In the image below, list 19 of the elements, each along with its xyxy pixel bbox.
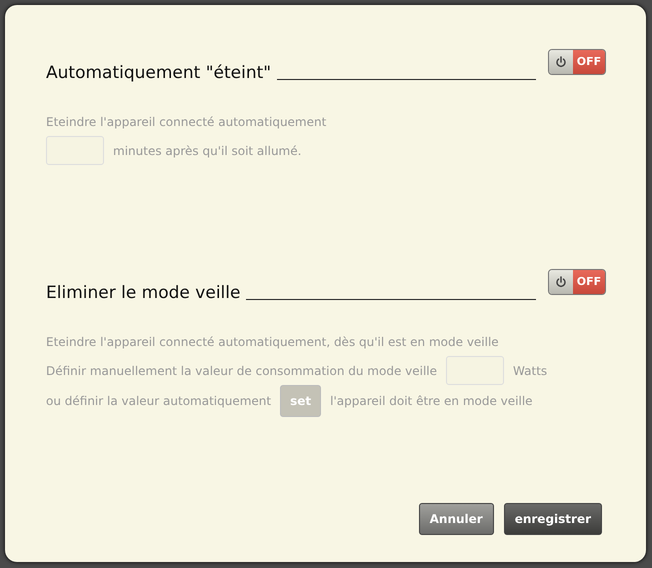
section-title: Eliminer le mode veille — [46, 285, 240, 302]
description-text: Eteindre l'appareil connecté automatiquement, dès qu'il est en mode veille — [46, 334, 499, 351]
toggle-switch[interactable]: OFF — [548, 49, 606, 75]
description-text: Définir manuellement la valeur de consommation du mode veille — [46, 362, 438, 380]
toggle-label: OFF — [573, 270, 605, 294]
cancel-button[interactable]: Annuler — [418, 503, 494, 535]
description-text: Watts — [513, 362, 548, 380]
power-icon — [555, 276, 567, 288]
input-field[interactable] — [446, 356, 504, 385]
description-text: l'appareil doit être en mode veille — [330, 393, 533, 410]
section-title: Automatiquement "éteint" — [46, 65, 272, 82]
description-text: Eteindre l'appareil connecté automatiquement — [46, 114, 326, 131]
toggle-label: OFF — [573, 50, 605, 74]
power-icon — [555, 56, 567, 68]
description-text: minutes après qu'il soit allumé. — [113, 142, 302, 160]
input-field[interactable] — [46, 136, 104, 165]
save-button[interactable]: enregistrer — [504, 503, 602, 535]
description-text: ou définir la valeur automatiquement — [46, 393, 272, 410]
toggle-switch[interactable]: OFF — [548, 269, 606, 295]
